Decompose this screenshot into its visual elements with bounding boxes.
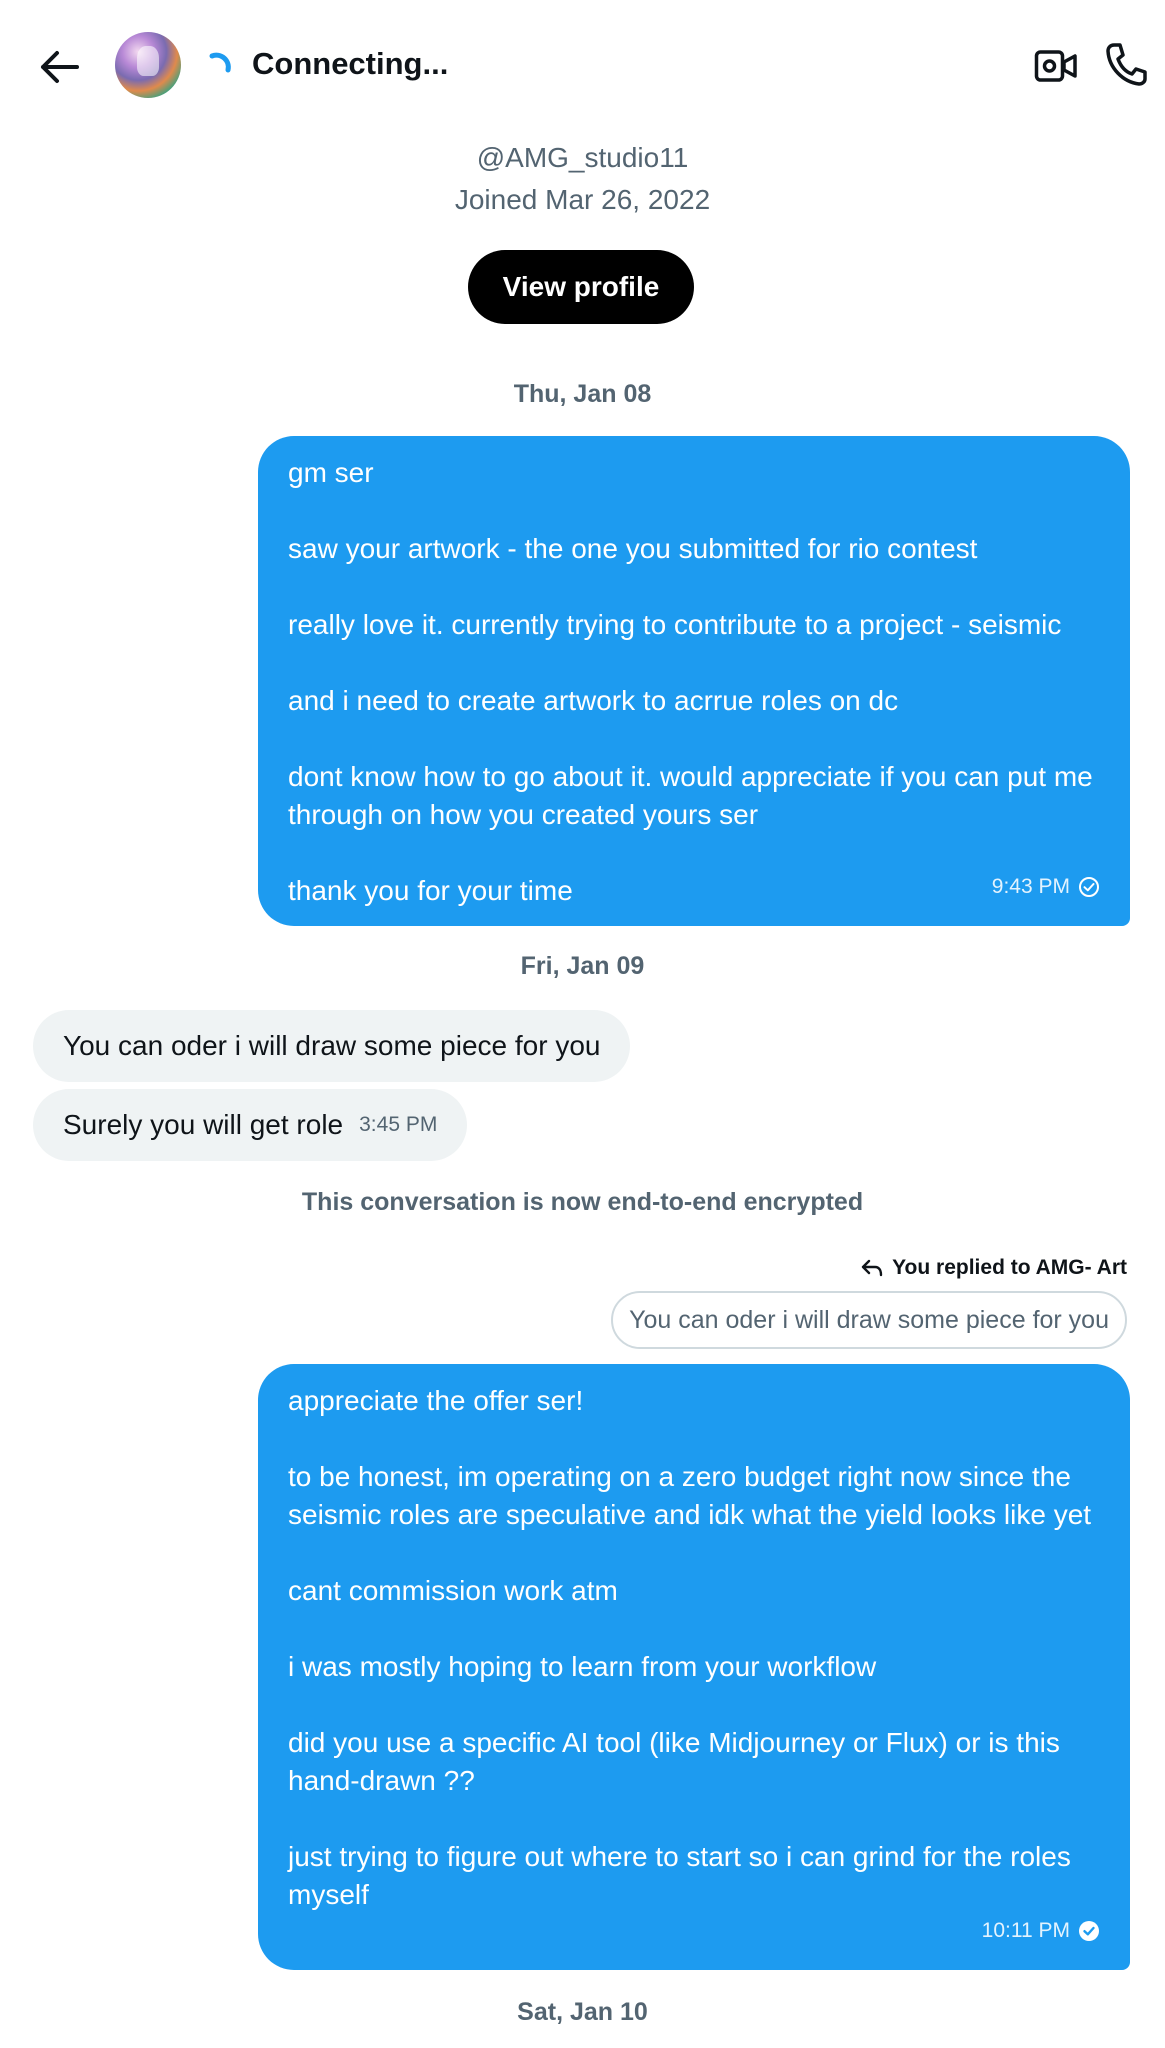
message-paragraph: gm ser [288,457,374,488]
message-paragraph: to be honest, im operating on a zero bud… [288,1461,1092,1530]
message-paragraph: dont know how to go about it. would appr… [288,761,1093,830]
message-paragraph: thank you for your time [288,875,573,906]
sent-check-icon [1079,877,1099,897]
header-title: Connecting... [252,46,449,81]
incoming-message[interactable]: Surely you will get role 3:45 PM [33,1089,468,1161]
message-paragraph: did you use a specific AI tool (like Mid… [288,1727,1060,1796]
quoted-message[interactable]: You can oder i will draw some piece for … [611,1291,1127,1349]
message-text: You can oder i will draw some piece for … [63,1030,601,1061]
avatar[interactable] [115,32,181,98]
phone-icon [1106,43,1147,86]
back-button[interactable] [34,42,84,92]
message-paragraph: i was mostly hoping to learn from your w… [288,1651,877,1682]
message-paragraph: just trying to figure out where to start… [288,1841,1071,1910]
phone-call-button[interactable] [1100,36,1152,92]
outgoing-message[interactable]: appreciate the offer ser! to be honest, … [258,1364,1130,1970]
date-separator: Thu, Jan 08 [513,380,652,408]
message-paragraph: appreciate the offer ser! [288,1385,584,1416]
message-time: 9:43 PM [991,875,1070,898]
message-time: 3:45 PM [359,1113,438,1136]
view-profile-button[interactable]: View profile [468,250,694,324]
joined-date: Joined Mar 26, 2022 [454,184,711,215]
quoted-text: You can oder i will draw some piece for … [629,1305,1109,1334]
chat-header: Connecting... [0,0,1165,130]
reply-context: You replied to AMG- Art [860,1256,1127,1280]
read-check-icon [1079,1921,1099,1941]
video-camera-icon [1034,50,1077,82]
message-paragraph: and i need to create artwork to acrrue r… [288,685,899,716]
reply-label: You replied to AMG- Art [892,1256,1127,1279]
message-meta: 9:43 PM [992,868,1100,906]
date-separator: Sat, Jan 10 [517,1998,648,2026]
message-time: 10:11 PM [981,1919,1070,1942]
incoming-message[interactable]: You can oder i will draw some piece for … [33,1010,631,1082]
message-paragraph: really love it. currently trying to cont… [288,609,1062,640]
message-text: Surely you will get role [63,1109,344,1140]
profile-handle: @AMG_studio11 [476,142,689,173]
encryption-notice: This conversation is now end-to-end encr… [301,1188,864,1216]
reply-arrow-icon [861,1259,883,1277]
message-paragraph: saw your artwork - the one you submitted… [288,533,978,564]
message-paragraph: cant commission work atm [288,1575,618,1606]
date-separator: Fri, Jan 09 [520,952,645,980]
arrow-left-icon [41,51,79,83]
outgoing-message[interactable]: gm ser saw your artwork - the one you su… [258,436,1130,926]
video-call-button[interactable] [1030,40,1082,92]
loading-spinner-icon [209,52,231,73]
message-meta: 10:11 PM [982,1912,1100,1950]
